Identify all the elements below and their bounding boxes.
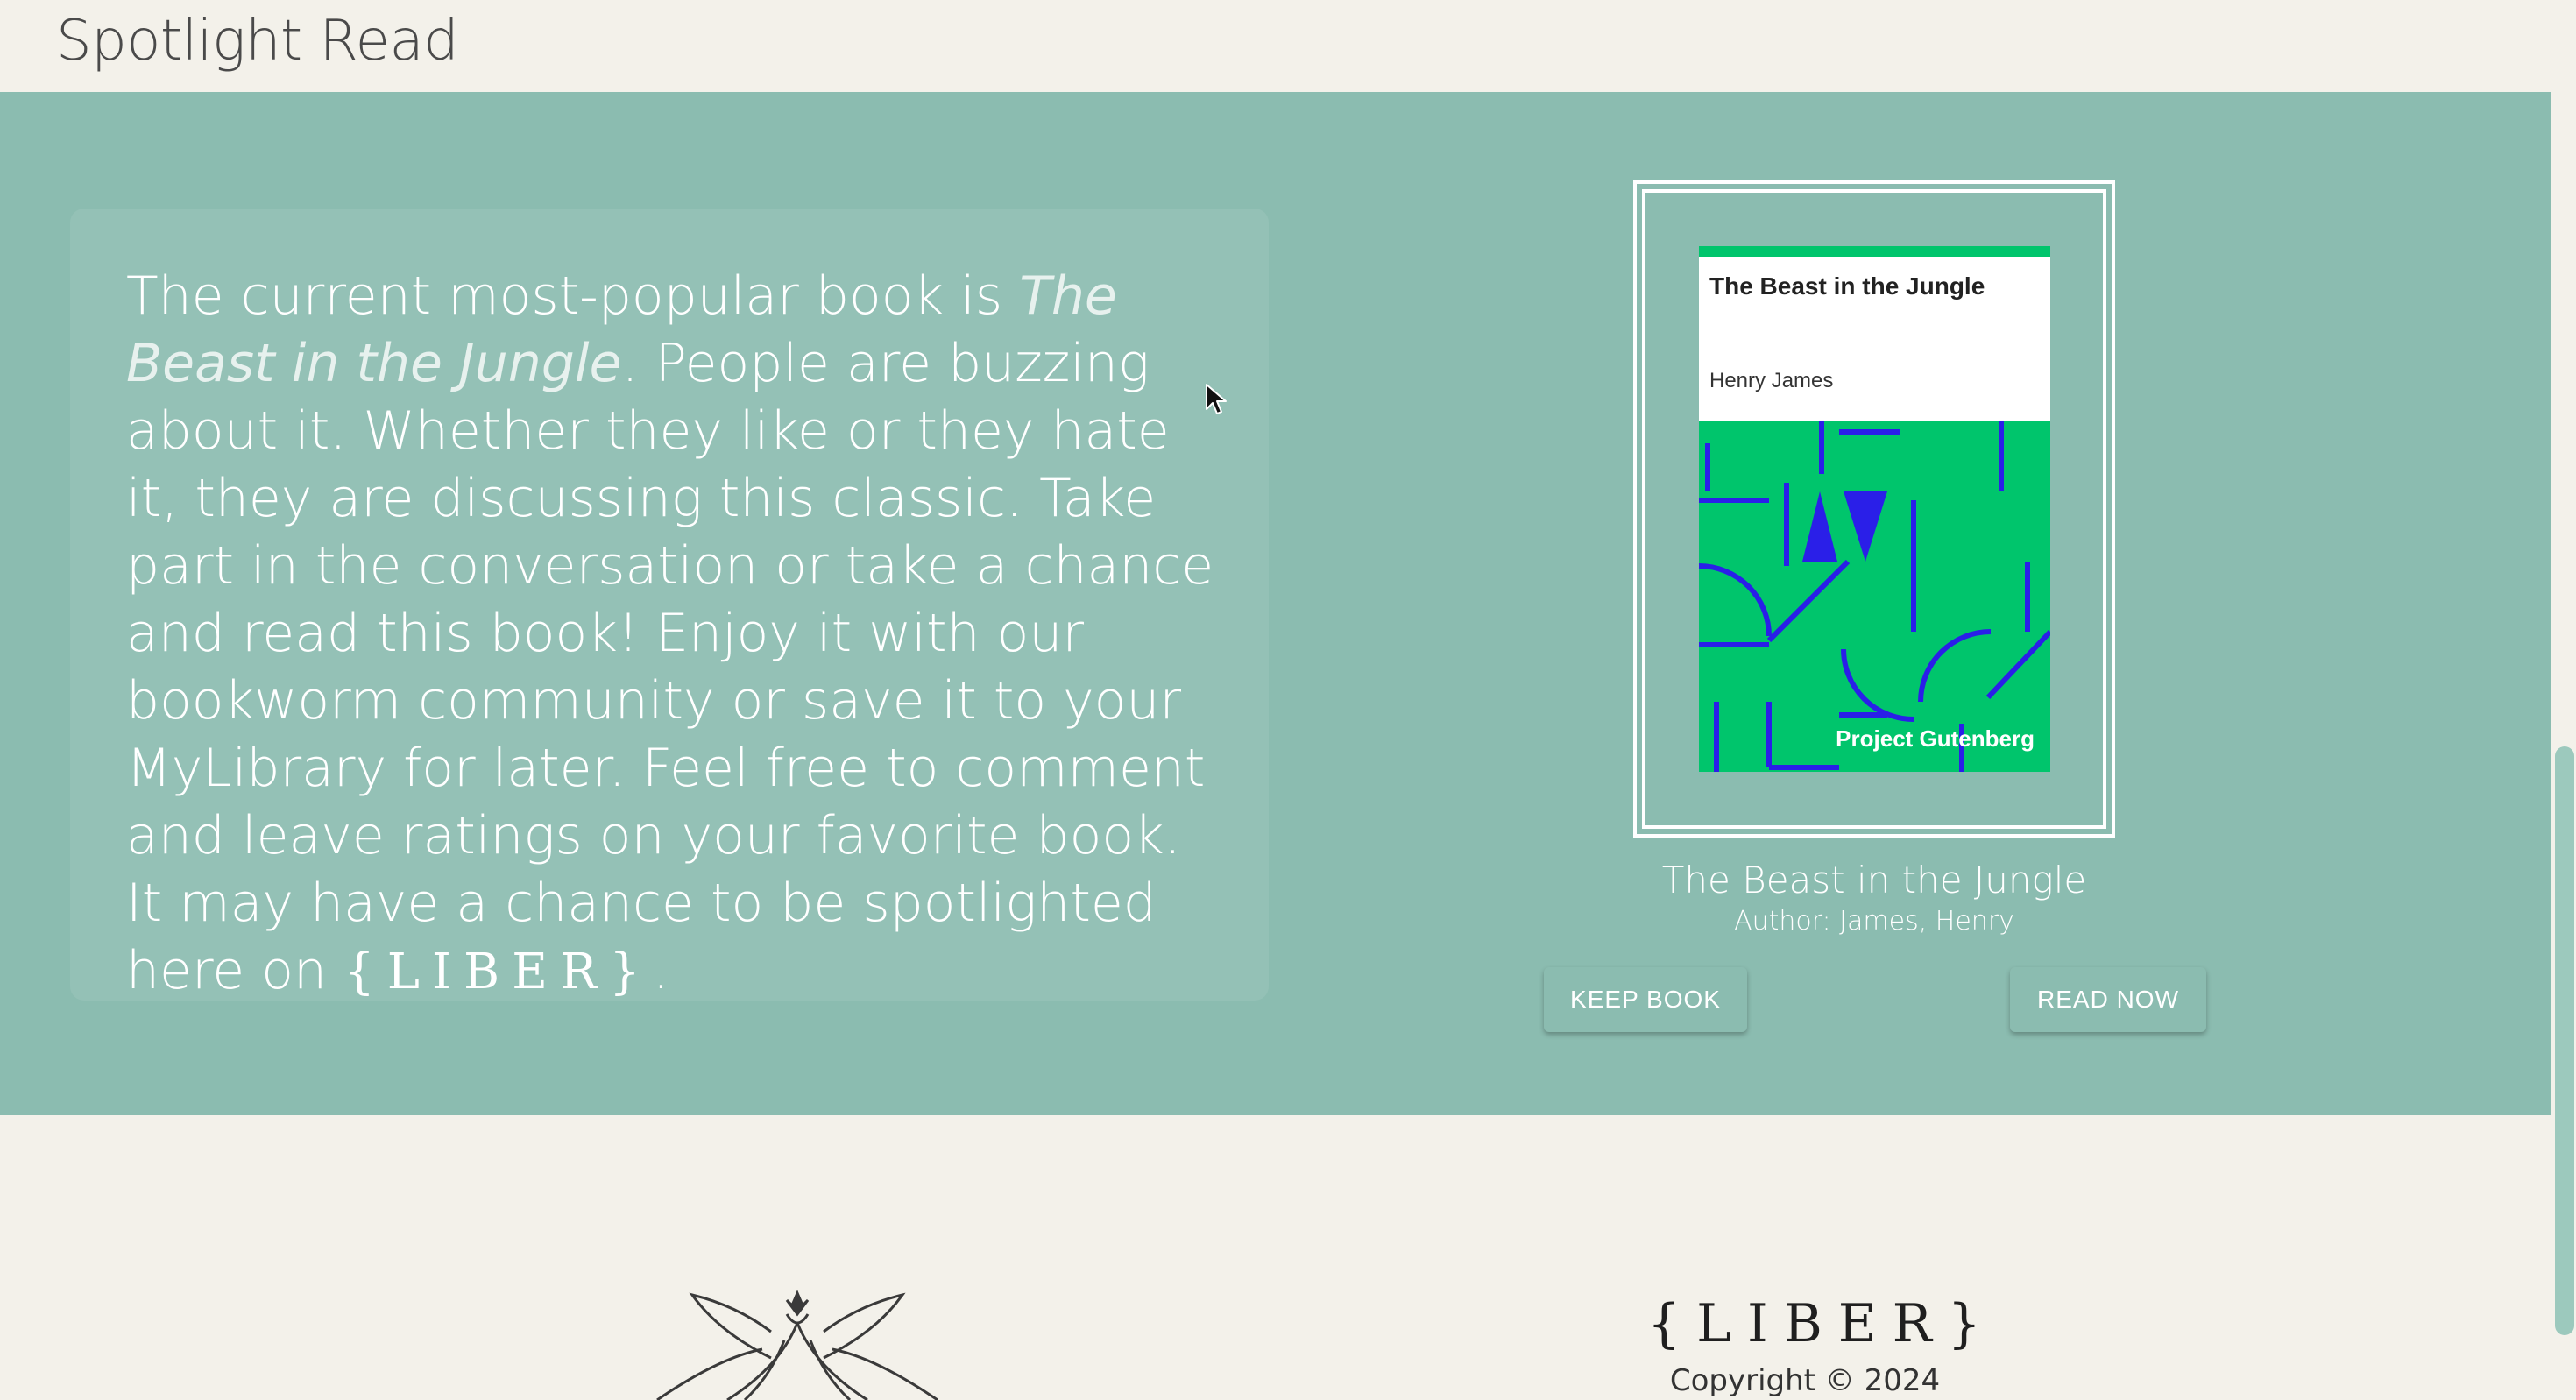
- description-intro: The current most-popular book is: [126, 265, 1020, 327]
- cover-publisher: Project Gutenberg: [1836, 725, 2035, 752]
- section-title: Spotlight Read: [56, 9, 459, 74]
- footer-liber-logo[interactable]: {LIBER}: [1647, 1293, 1981, 1354]
- description-end: .: [652, 940, 669, 1001]
- keep-book-button[interactable]: KEEP BOOK: [1544, 967, 1747, 1032]
- scrollbar-thumb[interactable]: [2555, 746, 2574, 1335]
- book-author: Author: James, Henry: [1734, 906, 2014, 937]
- spotlight-description-card: The current most-popular book is The Bea…: [70, 209, 1269, 1001]
- page: Spotlight Read The current most-popular …: [0, 0, 2576, 1400]
- spotlight-description: The current most-popular book is The Bea…: [126, 263, 1216, 1006]
- description-body: . People are buzzing about it. Whether t…: [126, 333, 1214, 1001]
- cover-author: Henry James: [1709, 369, 1834, 392]
- read-now-button[interactable]: READ NOW: [2010, 967, 2206, 1032]
- cover-pattern-icon: [1699, 421, 2050, 772]
- book-cover[interactable]: The Beast in the Jungle Henry James Proj…: [1699, 246, 2050, 772]
- book-title[interactable]: The Beast in the Jungle: [1546, 859, 2203, 902]
- liber-brand-inline: {LIBER}: [343, 944, 653, 1001]
- arrow-cursor-icon: [1206, 384, 1227, 414]
- ornamental-crown-logo-icon: [656, 1290, 938, 1400]
- cover-title: The Beast in the Jungle: [1709, 272, 1985, 300]
- cover-top-strip: [1699, 246, 2050, 257]
- footer-copyright: Copyright © 2024: [1669, 1363, 1941, 1398]
